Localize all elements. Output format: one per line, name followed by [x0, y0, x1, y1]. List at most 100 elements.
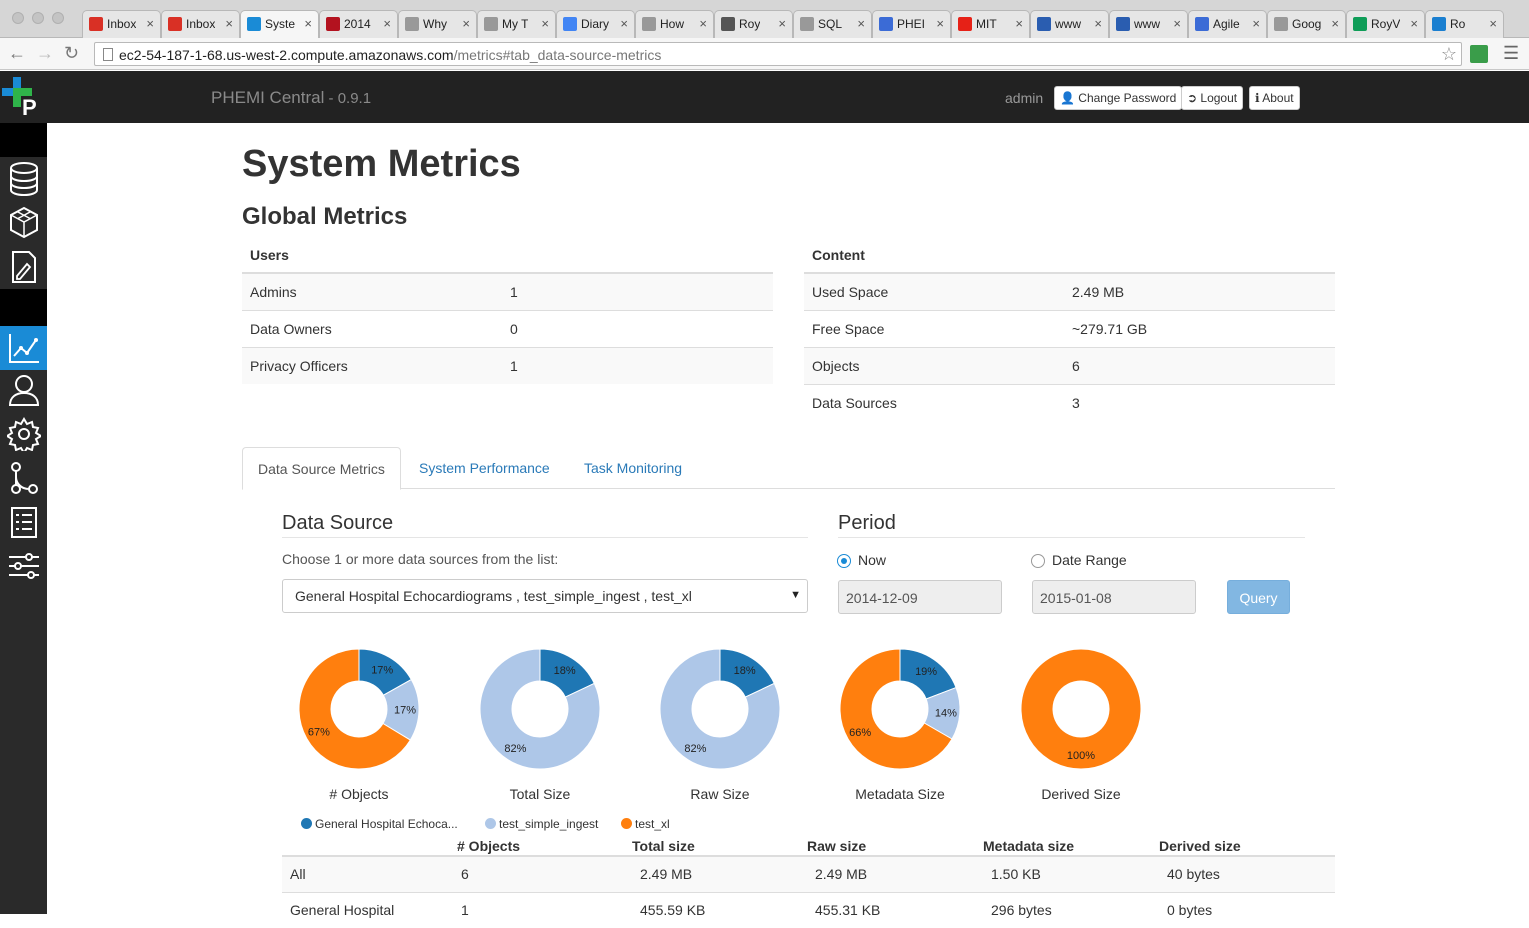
forward-arrow-icon[interactable]: → [36, 43, 54, 64]
window-minimize-button[interactable] [32, 12, 44, 24]
legend-swatch [621, 818, 632, 829]
sidebar-divider [0, 289, 47, 326]
address-bar[interactable]: ec2-54-187-1-68.us-west-2.compute.amazon… [94, 42, 1462, 66]
tab-task-monitoring[interactable]: Task Monitoring [569, 447, 697, 489]
browser-tab[interactable]: www × [1030, 10, 1109, 38]
global-metrics-title: Global Metrics [242, 203, 408, 230]
browser-tab-label: How [660, 17, 685, 31]
query-button[interactable]: Query [1227, 580, 1290, 614]
window-zoom-button[interactable] [52, 12, 64, 24]
browser-tab[interactable]: How × [635, 10, 714, 38]
reload-icon[interactable]: ↻ [64, 43, 79, 64]
sidebar-item-workflows[interactable] [0, 456, 47, 500]
browser-tab[interactable]: Inbox × [161, 10, 240, 38]
window-close-button[interactable] [12, 12, 24, 24]
close-tab-icon[interactable]: × [146, 16, 154, 31]
menu-icon[interactable]: ☰ [1503, 43, 1519, 64]
page-icon [800, 17, 814, 31]
users-table-header: Users [242, 237, 773, 274]
close-tab-icon[interactable]: × [1489, 16, 1497, 31]
browser-tab[interactable]: My T × [477, 10, 556, 38]
donut-chart: 19% 14% 66% [838, 647, 962, 771]
browser-tab-label: Diary [581, 17, 610, 31]
close-tab-icon[interactable]: × [1015, 16, 1023, 31]
close-tab-icon[interactable]: × [1094, 16, 1102, 31]
close-tab-icon[interactable]: × [1173, 16, 1181, 31]
gear-icon [6, 417, 41, 451]
extension-icon[interactable] [1470, 45, 1488, 63]
close-tab-icon[interactable]: × [1331, 16, 1339, 31]
sidebar-item-metrics[interactable] [0, 326, 47, 370]
browser-tab[interactable]: Why × [398, 10, 477, 38]
calendar-icon [879, 17, 893, 31]
data-source-select[interactable]: General Hospital Echocardiograms , test_… [282, 579, 808, 613]
sidebar-item-users[interactable] [0, 368, 47, 412]
close-tab-icon[interactable]: × [778, 16, 786, 31]
close-tab-icon[interactable]: × [462, 16, 470, 31]
browser-tab[interactable]: PHEI × [872, 10, 951, 38]
close-tab-icon[interactable]: × [620, 16, 628, 31]
change-password-button[interactable]: 👤 Change Password [1054, 86, 1183, 110]
data-source-title: Data Source [282, 512, 394, 534]
close-tab-icon[interactable]: × [225, 16, 233, 31]
sidebar-item-configuration[interactable] [0, 544, 47, 588]
column-header: Raw size [799, 836, 975, 857]
phemi-logo[interactable]: P [0, 71, 47, 123]
tab-data-source-metrics[interactable]: Data Source Metrics [242, 447, 401, 490]
back-arrow-icon[interactable]: ← [8, 43, 26, 64]
browser-tab[interactable]: Agile × [1188, 10, 1267, 38]
browser-tab[interactable]: Ro × [1425, 10, 1504, 38]
table-row: Objects 6 [804, 346, 1335, 384]
close-tab-icon[interactable]: × [857, 16, 865, 31]
sidebar-item-data-sources[interactable] [0, 157, 47, 201]
browser-tab[interactable]: RoyV × [1346, 10, 1425, 38]
data-source-selected: General Hospital Echocardiograms , test_… [295, 588, 692, 604]
end-date-input[interactable]: 2015-01-08 [1032, 580, 1196, 614]
close-tab-icon[interactable]: × [304, 16, 312, 31]
browser-tab[interactable]: Roy × [714, 10, 793, 38]
red-b-icon [326, 17, 340, 31]
sidebar-item-tasks[interactable] [0, 500, 47, 544]
browser-tab-label: www [1055, 17, 1081, 31]
logout-icon: ➲ [1187, 91, 1198, 105]
browser-tab[interactable]: Inbox × [82, 10, 161, 38]
close-tab-icon[interactable]: × [1252, 16, 1260, 31]
legend-item[interactable]: General Hospital Echoca... [301, 817, 458, 831]
admins-value: 1 [502, 272, 773, 310]
close-tab-icon[interactable]: × [699, 16, 707, 31]
gmail-icon [168, 17, 182, 31]
sidebar-item-policies[interactable] [0, 245, 47, 289]
sidebar-item-datasets[interactable] [0, 201, 47, 245]
about-button[interactable]: ℹ About [1249, 86, 1300, 110]
browser-tab[interactable]: Syste × [240, 10, 319, 38]
caret-down-icon: ▼ [790, 589, 801, 601]
close-tab-icon[interactable]: × [936, 16, 944, 31]
page-title: System Metrics [242, 143, 521, 185]
start-date-input[interactable]: 2014-12-09 [838, 580, 1002, 614]
info-icon: ℹ [1255, 91, 1260, 105]
bars-icon [1037, 17, 1051, 31]
browser-tab[interactable]: 2014 × [319, 10, 398, 38]
browser-tab[interactable]: SQL × [793, 10, 872, 38]
browser-tab[interactable]: www × [1109, 10, 1188, 38]
browser-tab[interactable]: MIT × [951, 10, 1030, 38]
browser-tab-label: SQL [818, 17, 843, 31]
sidebar-item-settings[interactable] [0, 412, 47, 456]
browser-tab[interactable]: Diary × [556, 10, 635, 38]
table-cell: 296 bytes [975, 891, 1151, 928]
date-range-radio[interactable] [1031, 554, 1045, 568]
legend-item[interactable]: test_xl [621, 817, 670, 831]
donut-svg: 18% 82% [659, 648, 781, 770]
legend-item[interactable]: test_simple_ingest [485, 817, 598, 831]
logout-button[interactable]: ➲ Logout [1181, 86, 1244, 110]
period-title: Period [838, 512, 896, 534]
tab-system-performance[interactable]: System Performance [404, 447, 565, 489]
browser-tab-label: RoyV [1371, 17, 1401, 31]
now-radio[interactable] [837, 554, 851, 568]
table-row: Free Space ~279.71 GB [804, 309, 1335, 347]
close-tab-icon[interactable]: × [383, 16, 391, 31]
close-tab-icon[interactable]: × [541, 16, 549, 31]
bookmark-star-icon[interactable]: ☆ [1441, 44, 1457, 65]
browser-tab[interactable]: Goog × [1267, 10, 1346, 38]
close-tab-icon[interactable]: × [1410, 16, 1418, 31]
